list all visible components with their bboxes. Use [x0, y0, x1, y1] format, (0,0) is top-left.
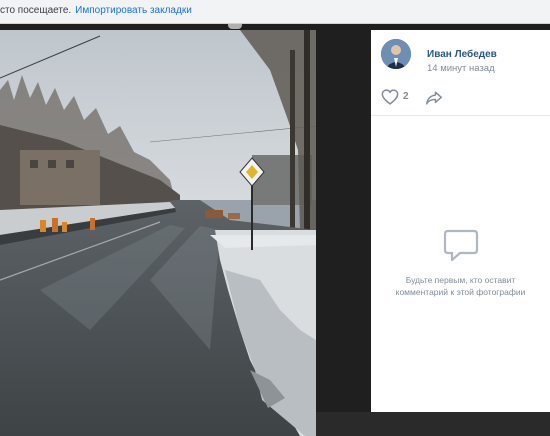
share-button[interactable]: [425, 88, 445, 108]
share-arrow-icon: [425, 91, 442, 105]
bookmarks-hint-text: сто посещаете.: [0, 5, 72, 16]
empty-comments-state: Будьте первым, кто оставит комментарий к…: [371, 228, 550, 298]
post-timestamp[interactable]: 14 минут назад: [427, 63, 495, 74]
empty-comments-line-2: комментарий к этой фотографии: [395, 287, 526, 297]
heart-icon: [381, 89, 399, 105]
author-name-link[interactable]: Иван Лебедев: [427, 49, 497, 60]
like-button[interactable]: 2: [381, 88, 417, 108]
post-side-panel: Иван Лебедев 14 минут назад 2 Будьте пер: [371, 30, 550, 412]
author-avatar[interactable]: [381, 39, 411, 69]
like-count: 2: [403, 91, 409, 102]
bookmarks-bar: сто посещаете. Импортировать закладки: [0, 0, 550, 24]
viewer-top-handle[interactable]: [228, 24, 242, 29]
empty-comments-text: Будьте первым, кто оставит комментарий к…: [371, 274, 550, 298]
post-photo[interactable]: [0, 30, 316, 436]
post-actions: 2: [371, 80, 550, 116]
empty-comments-line-1: Будьте первым, кто оставит: [405, 275, 516, 285]
import-bookmarks-link[interactable]: Импортировать закладки: [75, 5, 192, 16]
comment-bubble-icon: [443, 229, 478, 262]
photo-viewer: Иван Лебедев 14 минут назад 2 Будьте пер: [0, 24, 550, 436]
